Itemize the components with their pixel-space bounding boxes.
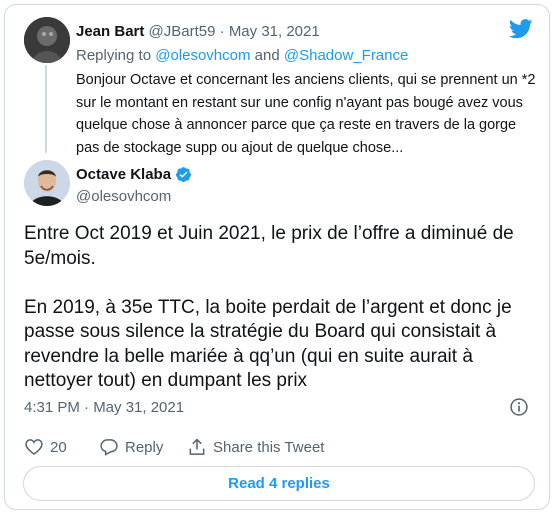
mention-shadow-france[interactable]: @Shadow_France — [284, 47, 408, 64]
verified-badge-icon — [176, 167, 191, 183]
share-label: Share this Tweet — [213, 438, 325, 456]
heart-icon — [25, 439, 43, 456]
parent-separator: · — [219, 23, 225, 40]
main-author-handle[interactable]: @olesovhcom — [76, 188, 171, 205]
info-icon[interactable] — [509, 397, 529, 417]
main-tweet-text: Entre Oct 2019 et Juin 2021, le prix de … — [24, 222, 544, 394]
tweet-embed-card: Jean Bart @JBart59 · May 31, 2021 Replyi… — [4, 4, 550, 510]
replying-to-line: Replying to @olesovhcom and @Shadow_Fran… — [76, 47, 408, 64]
main-author-name-row: Octave Klaba — [76, 166, 192, 183]
mention-olesovhcom[interactable]: @olesovhcom — [155, 47, 250, 64]
thread-connector-line — [45, 65, 47, 153]
like-count: 20 — [50, 438, 67, 456]
parent-tweet-header: Jean Bart @JBart59 · May 31, 2021 — [76, 23, 320, 40]
reply-label: Reply — [125, 438, 164, 456]
tweet-actions-bar: 20 Reply Share this Tweet — [24, 437, 324, 457]
parent-tweet-text: Bonjour Octave et concernant les anciens… — [76, 72, 536, 156]
read-replies-button[interactable]: Read 4 replies — [23, 466, 535, 501]
main-tweet-paragraph-1: Entre Oct 2019 et Juin 2021, le prix de … — [24, 223, 514, 269]
avatar-jean-bart[interactable] — [24, 17, 70, 63]
main-tweet-paragraph-2: En 2019, à 35e TTC, la boite perdait de … — [24, 296, 512, 392]
parent-author-name[interactable]: Jean Bart — [76, 23, 144, 40]
reply-button[interactable]: Reply — [99, 437, 187, 457]
replying-and: and — [254, 47, 280, 64]
twitter-bird-icon[interactable] — [509, 19, 533, 39]
replying-to-prefix: Replying to — [76, 47, 152, 64]
share-icon — [189, 438, 205, 455]
main-tweet-timestamp[interactable]: 4:31 PM · May 31, 2021 — [24, 399, 184, 416]
parent-author-handle[interactable]: @JBart59 — [149, 23, 216, 40]
reply-bubble-icon — [100, 439, 118, 456]
avatar-octave-klaba[interactable] — [24, 160, 70, 206]
share-button[interactable]: Share this Tweet — [187, 437, 324, 457]
like-button[interactable]: 20 — [24, 437, 99, 457]
parent-date[interactable]: May 31, 2021 — [229, 23, 320, 40]
main-author-name[interactable]: Octave Klaba — [76, 166, 171, 183]
